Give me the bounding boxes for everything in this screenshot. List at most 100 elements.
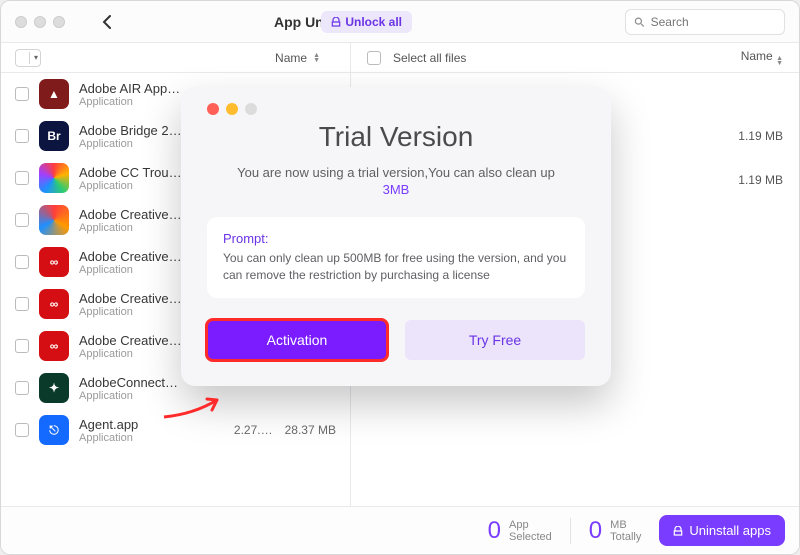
app-text: Adobe Bridge 2… Application xyxy=(79,123,182,150)
app-text: Adobe CC Trou… Application xyxy=(79,165,182,192)
app-name: AdobeConnect… xyxy=(79,375,178,390)
back-button[interactable] xyxy=(95,9,121,35)
modal-title: Trial Version xyxy=(207,121,585,153)
app-icon: ∞ xyxy=(39,289,69,319)
app-icon xyxy=(39,163,69,193)
activation-button[interactable]: Activation xyxy=(207,320,387,360)
app-text: AdobeConnect… Application xyxy=(79,375,178,402)
prompt-heading: Prompt: xyxy=(223,231,569,246)
selected-count: 0 xyxy=(488,517,501,545)
app-row[interactable]: ⎋ Agent.app Application 2.27.…28.37 MB xyxy=(1,409,350,451)
prompt-box: Prompt: You can only clean up 500MB for … xyxy=(207,217,585,298)
app-checkbox[interactable] xyxy=(15,87,29,101)
app-sub: Application xyxy=(79,180,182,192)
divider xyxy=(570,518,571,544)
search-icon xyxy=(634,16,645,28)
app-checkbox[interactable] xyxy=(15,423,29,437)
prompt-body: You can only clean up 500MB for free usi… xyxy=(223,250,569,284)
app-text: Adobe Creative… Application xyxy=(79,249,182,276)
modal-close-dot[interactable] xyxy=(207,103,219,115)
footer: 0 AppSelected 0 MBTotally Uninstall apps xyxy=(1,506,799,554)
total-label: MBTotally xyxy=(610,519,641,543)
app-sub: Application xyxy=(79,432,138,444)
modal-highlight: 3MB xyxy=(207,182,585,197)
app-name: Adobe Creative… xyxy=(79,291,182,306)
app-name: Adobe Creative… xyxy=(79,249,182,264)
titlebar: App Uninstaller Unlock all xyxy=(1,1,799,43)
app-checkbox[interactable] xyxy=(15,213,29,227)
page-title: App Uninstaller Unlock all xyxy=(131,11,615,33)
stat-total: 0 MBTotally xyxy=(589,517,642,545)
lock-icon xyxy=(331,17,341,27)
uninstall-label: Uninstall apps xyxy=(689,523,771,538)
file-size: 1.19 MB xyxy=(738,129,783,143)
app-meta: 2.27.…28.37 MB xyxy=(234,423,336,437)
app-sub: Application xyxy=(79,138,182,150)
modal-actions: Activation Try Free xyxy=(207,320,585,360)
app-icon: Br xyxy=(39,121,69,151)
app-icon: ▲ xyxy=(39,79,69,109)
chevron-down-icon: ▾ xyxy=(34,53,38,62)
column-name-right[interactable]: Name ▲▼ xyxy=(741,49,783,66)
app-sub: Application xyxy=(79,222,182,234)
app-name: Adobe Creative… xyxy=(79,207,182,222)
app-checkbox[interactable] xyxy=(15,381,29,395)
uninstall-button[interactable]: Uninstall apps xyxy=(659,515,785,546)
modal-text: You are now using a trial version,You ca… xyxy=(207,165,585,197)
app-checkbox[interactable] xyxy=(15,129,29,143)
app-sub: Application xyxy=(79,390,178,402)
app-icon: ∞ xyxy=(39,331,69,361)
column-name-label: Name xyxy=(275,51,307,65)
activation-label: Activation xyxy=(267,332,328,348)
app-icon: ⎋ xyxy=(39,415,69,445)
app-sub: Application xyxy=(79,96,180,108)
unlock-label: Unlock all xyxy=(345,15,402,29)
app-sub: Application xyxy=(79,306,182,318)
try-free-button[interactable]: Try Free xyxy=(405,320,585,360)
chevron-left-icon xyxy=(102,15,114,29)
stat-selected: 0 AppSelected xyxy=(488,517,552,545)
app-icon: ∞ xyxy=(39,247,69,277)
app-sub: Application xyxy=(79,264,182,276)
modal-text-line: You are now using a trial version,You ca… xyxy=(237,165,555,180)
app-sub: Application xyxy=(79,348,182,360)
app-text: Adobe Creative… Application xyxy=(79,333,182,360)
app-name: Adobe Bridge 2… xyxy=(79,123,182,138)
column-name-right-label: Name xyxy=(741,49,773,63)
search-box[interactable] xyxy=(625,9,785,35)
right-columns: Select all files Name ▲▼ xyxy=(351,43,799,72)
app-window: App Uninstaller Unlock all ▾ Name ▲▼ Sel… xyxy=(0,0,800,555)
zoom-dot[interactable] xyxy=(53,16,65,28)
view-toggle[interactable]: ▾ xyxy=(15,49,41,67)
modal-traffic-lights xyxy=(207,103,585,115)
left-columns: ▾ Name ▲▼ xyxy=(1,43,351,72)
sort-icon: ▲▼ xyxy=(776,56,783,66)
search-input[interactable] xyxy=(651,15,776,29)
app-checkbox[interactable] xyxy=(15,255,29,269)
column-headers: ▾ Name ▲▼ Select all files Name ▲▼ xyxy=(1,43,799,73)
app-name: Adobe AIR App… xyxy=(79,81,180,96)
lock-icon xyxy=(673,526,683,536)
app-checkbox[interactable] xyxy=(15,339,29,353)
close-dot[interactable] xyxy=(15,16,27,28)
app-checkbox[interactable] xyxy=(15,297,29,311)
app-text: Adobe Creative… Application xyxy=(79,207,182,234)
app-icon: ✦ xyxy=(39,373,69,403)
selected-label: AppSelected xyxy=(509,519,552,543)
app-name: Adobe Creative… xyxy=(79,333,182,348)
app-name: Adobe CC Trou… xyxy=(79,165,182,180)
minimize-dot[interactable] xyxy=(34,16,46,28)
total-count: 0 xyxy=(589,517,602,545)
select-all-checkbox[interactable] xyxy=(367,51,381,65)
modal-zoom-dot xyxy=(245,103,257,115)
column-name-left[interactable]: Name ▲▼ xyxy=(275,51,350,65)
app-checkbox[interactable] xyxy=(15,171,29,185)
unlock-all-button[interactable]: Unlock all xyxy=(321,11,412,33)
modal-minimize-dot[interactable] xyxy=(226,103,238,115)
app-name: Agent.app xyxy=(79,417,138,432)
app-text: Adobe AIR App… Application xyxy=(79,81,180,108)
select-all-label: Select all files xyxy=(393,51,466,65)
app-icon xyxy=(39,205,69,235)
app-text: Agent.app Application xyxy=(79,417,138,444)
trial-modal: Trial Version You are now using a trial … xyxy=(181,87,611,386)
